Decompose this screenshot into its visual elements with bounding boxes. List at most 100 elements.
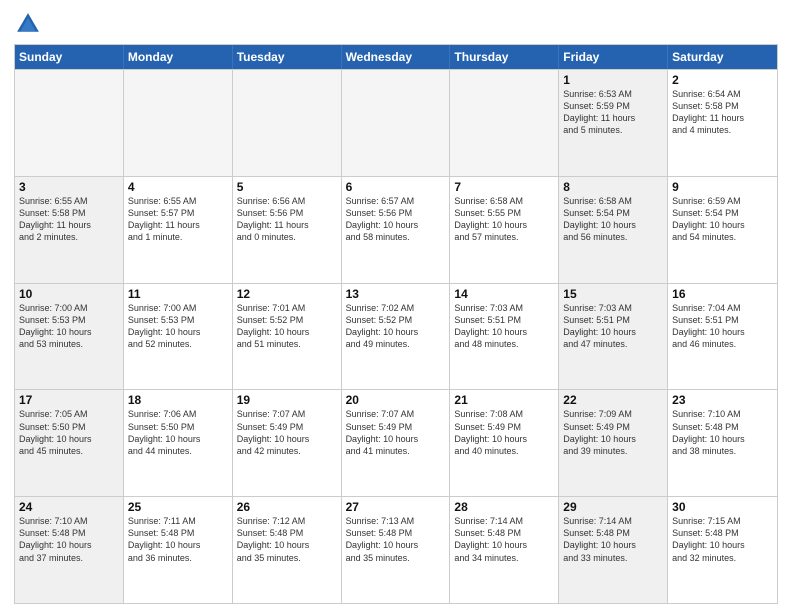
cal-cell: 19Sunrise: 7:07 AM Sunset: 5:49 PM Dayli… <box>233 390 342 496</box>
day-number: 22 <box>563 393 663 407</box>
day-number: 6 <box>346 180 446 194</box>
cal-row: 3Sunrise: 6:55 AM Sunset: 5:58 PM Daylig… <box>15 176 777 283</box>
cal-cell: 5Sunrise: 6:56 AM Sunset: 5:56 PM Daylig… <box>233 177 342 283</box>
cal-cell <box>124 70 233 176</box>
day-info: Sunrise: 7:09 AM Sunset: 5:49 PM Dayligh… <box>563 408 663 457</box>
cal-cell: 10Sunrise: 7:00 AM Sunset: 5:53 PM Dayli… <box>15 284 124 390</box>
day-number: 10 <box>19 287 119 301</box>
cal-cell: 23Sunrise: 7:10 AM Sunset: 5:48 PM Dayli… <box>668 390 777 496</box>
day-info: Sunrise: 7:12 AM Sunset: 5:48 PM Dayligh… <box>237 515 337 564</box>
cal-cell: 9Sunrise: 6:59 AM Sunset: 5:54 PM Daylig… <box>668 177 777 283</box>
day-number: 9 <box>672 180 773 194</box>
day-info: Sunrise: 6:59 AM Sunset: 5:54 PM Dayligh… <box>672 195 773 244</box>
day-info: Sunrise: 7:08 AM Sunset: 5:49 PM Dayligh… <box>454 408 554 457</box>
day-info: Sunrise: 6:55 AM Sunset: 5:58 PM Dayligh… <box>19 195 119 244</box>
cal-cell: 24Sunrise: 7:10 AM Sunset: 5:48 PM Dayli… <box>15 497 124 603</box>
day-info: Sunrise: 6:56 AM Sunset: 5:56 PM Dayligh… <box>237 195 337 244</box>
cal-cell: 29Sunrise: 7:14 AM Sunset: 5:48 PM Dayli… <box>559 497 668 603</box>
cal-cell: 15Sunrise: 7:03 AM Sunset: 5:51 PM Dayli… <box>559 284 668 390</box>
cal-row: 17Sunrise: 7:05 AM Sunset: 5:50 PM Dayli… <box>15 389 777 496</box>
day-info: Sunrise: 7:01 AM Sunset: 5:52 PM Dayligh… <box>237 302 337 351</box>
day-number: 5 <box>237 180 337 194</box>
cal-header-cell: Tuesday <box>233 45 342 69</box>
cal-cell <box>450 70 559 176</box>
cal-header-cell: Friday <box>559 45 668 69</box>
day-info: Sunrise: 6:57 AM Sunset: 5:56 PM Dayligh… <box>346 195 446 244</box>
day-info: Sunrise: 7:14 AM Sunset: 5:48 PM Dayligh… <box>454 515 554 564</box>
day-info: Sunrise: 6:58 AM Sunset: 5:55 PM Dayligh… <box>454 195 554 244</box>
day-info: Sunrise: 6:53 AM Sunset: 5:59 PM Dayligh… <box>563 88 663 137</box>
calendar-header: SundayMondayTuesdayWednesdayThursdayFrid… <box>15 45 777 69</box>
logo-icon <box>14 10 42 38</box>
day-info: Sunrise: 7:10 AM Sunset: 5:48 PM Dayligh… <box>19 515 119 564</box>
day-number: 20 <box>346 393 446 407</box>
cal-header-cell: Sunday <box>15 45 124 69</box>
day-number: 19 <box>237 393 337 407</box>
cal-cell <box>233 70 342 176</box>
cal-cell: 18Sunrise: 7:06 AM Sunset: 5:50 PM Dayli… <box>124 390 233 496</box>
header <box>14 10 778 38</box>
cal-cell: 28Sunrise: 7:14 AM Sunset: 5:48 PM Dayli… <box>450 497 559 603</box>
cal-cell: 21Sunrise: 7:08 AM Sunset: 5:49 PM Dayli… <box>450 390 559 496</box>
cal-cell: 27Sunrise: 7:13 AM Sunset: 5:48 PM Dayli… <box>342 497 451 603</box>
day-info: Sunrise: 6:54 AM Sunset: 5:58 PM Dayligh… <box>672 88 773 137</box>
day-number: 18 <box>128 393 228 407</box>
day-info: Sunrise: 7:14 AM Sunset: 5:48 PM Dayligh… <box>563 515 663 564</box>
day-number: 2 <box>672 73 773 87</box>
cal-cell: 3Sunrise: 6:55 AM Sunset: 5:58 PM Daylig… <box>15 177 124 283</box>
day-number: 24 <box>19 500 119 514</box>
calendar-body: 1Sunrise: 6:53 AM Sunset: 5:59 PM Daylig… <box>15 69 777 603</box>
cal-cell: 1Sunrise: 6:53 AM Sunset: 5:59 PM Daylig… <box>559 70 668 176</box>
cal-cell: 2Sunrise: 6:54 AM Sunset: 5:58 PM Daylig… <box>668 70 777 176</box>
cal-cell: 12Sunrise: 7:01 AM Sunset: 5:52 PM Dayli… <box>233 284 342 390</box>
day-info: Sunrise: 7:13 AM Sunset: 5:48 PM Dayligh… <box>346 515 446 564</box>
cal-cell <box>15 70 124 176</box>
day-info: Sunrise: 7:07 AM Sunset: 5:49 PM Dayligh… <box>237 408 337 457</box>
day-info: Sunrise: 7:15 AM Sunset: 5:48 PM Dayligh… <box>672 515 773 564</box>
cal-cell: 8Sunrise: 6:58 AM Sunset: 5:54 PM Daylig… <box>559 177 668 283</box>
day-number: 17 <box>19 393 119 407</box>
cal-row: 24Sunrise: 7:10 AM Sunset: 5:48 PM Dayli… <box>15 496 777 603</box>
day-number: 7 <box>454 180 554 194</box>
cal-cell: 17Sunrise: 7:05 AM Sunset: 5:50 PM Dayli… <box>15 390 124 496</box>
cal-header-cell: Thursday <box>450 45 559 69</box>
day-info: Sunrise: 7:06 AM Sunset: 5:50 PM Dayligh… <box>128 408 228 457</box>
day-number: 21 <box>454 393 554 407</box>
cal-cell: 26Sunrise: 7:12 AM Sunset: 5:48 PM Dayli… <box>233 497 342 603</box>
day-info: Sunrise: 7:04 AM Sunset: 5:51 PM Dayligh… <box>672 302 773 351</box>
day-number: 25 <box>128 500 228 514</box>
cal-header-cell: Wednesday <box>342 45 451 69</box>
day-info: Sunrise: 7:05 AM Sunset: 5:50 PM Dayligh… <box>19 408 119 457</box>
cal-cell: 20Sunrise: 7:07 AM Sunset: 5:49 PM Dayli… <box>342 390 451 496</box>
cal-row: 1Sunrise: 6:53 AM Sunset: 5:59 PM Daylig… <box>15 69 777 176</box>
day-number: 4 <box>128 180 228 194</box>
day-number: 8 <box>563 180 663 194</box>
day-number: 3 <box>19 180 119 194</box>
cal-cell: 22Sunrise: 7:09 AM Sunset: 5:49 PM Dayli… <box>559 390 668 496</box>
cal-cell: 14Sunrise: 7:03 AM Sunset: 5:51 PM Dayli… <box>450 284 559 390</box>
day-info: Sunrise: 7:00 AM Sunset: 5:53 PM Dayligh… <box>19 302 119 351</box>
day-number: 15 <box>563 287 663 301</box>
day-number: 30 <box>672 500 773 514</box>
calendar: SundayMondayTuesdayWednesdayThursdayFrid… <box>14 44 778 604</box>
day-number: 13 <box>346 287 446 301</box>
day-info: Sunrise: 7:10 AM Sunset: 5:48 PM Dayligh… <box>672 408 773 457</box>
cal-cell: 16Sunrise: 7:04 AM Sunset: 5:51 PM Dayli… <box>668 284 777 390</box>
cal-cell: 13Sunrise: 7:02 AM Sunset: 5:52 PM Dayli… <box>342 284 451 390</box>
day-info: Sunrise: 7:03 AM Sunset: 5:51 PM Dayligh… <box>563 302 663 351</box>
day-info: Sunrise: 6:55 AM Sunset: 5:57 PM Dayligh… <box>128 195 228 244</box>
day-info: Sunrise: 6:58 AM Sunset: 5:54 PM Dayligh… <box>563 195 663 244</box>
cal-cell: 11Sunrise: 7:00 AM Sunset: 5:53 PM Dayli… <box>124 284 233 390</box>
day-number: 27 <box>346 500 446 514</box>
cal-cell <box>342 70 451 176</box>
day-number: 29 <box>563 500 663 514</box>
day-number: 26 <box>237 500 337 514</box>
cal-cell: 6Sunrise: 6:57 AM Sunset: 5:56 PM Daylig… <box>342 177 451 283</box>
day-info: Sunrise: 7:07 AM Sunset: 5:49 PM Dayligh… <box>346 408 446 457</box>
cal-cell: 4Sunrise: 6:55 AM Sunset: 5:57 PM Daylig… <box>124 177 233 283</box>
cal-row: 10Sunrise: 7:00 AM Sunset: 5:53 PM Dayli… <box>15 283 777 390</box>
cal-header-cell: Monday <box>124 45 233 69</box>
cal-cell: 7Sunrise: 6:58 AM Sunset: 5:55 PM Daylig… <box>450 177 559 283</box>
cal-cell: 30Sunrise: 7:15 AM Sunset: 5:48 PM Dayli… <box>668 497 777 603</box>
day-number: 1 <box>563 73 663 87</box>
